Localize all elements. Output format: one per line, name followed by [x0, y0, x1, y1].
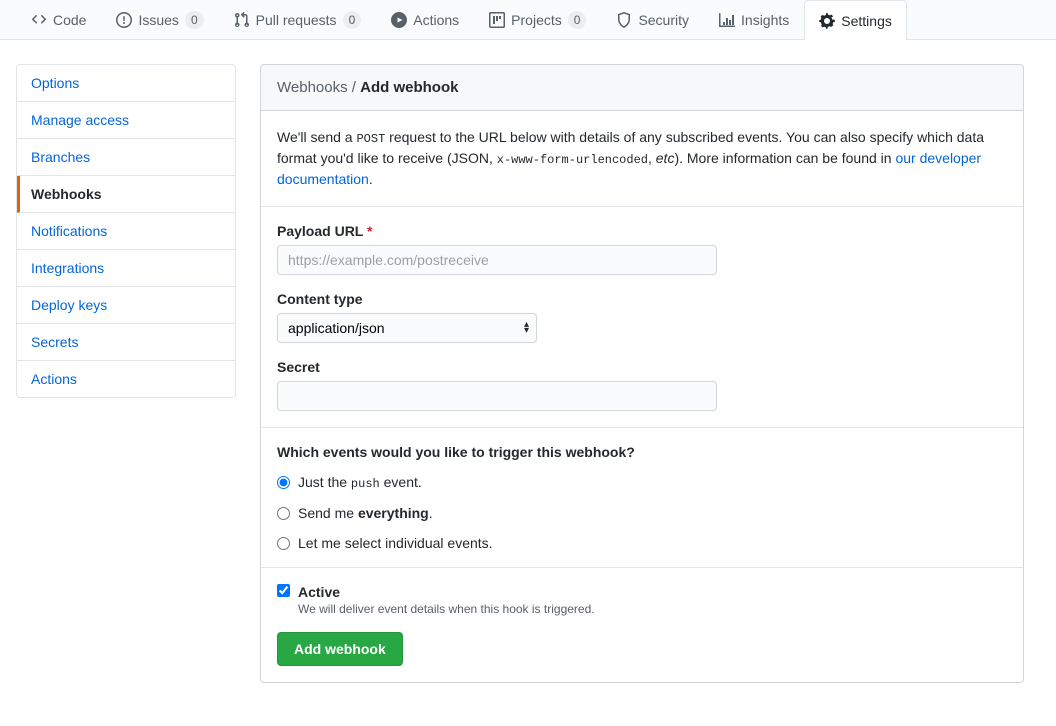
- sidebar-item-branches[interactable]: Branches: [17, 139, 235, 176]
- tab-actions-label: Actions: [413, 12, 459, 28]
- secret-label: Secret: [277, 359, 1007, 375]
- required-indicator: *: [367, 223, 372, 239]
- payload-url-label: Payload URL *: [277, 223, 1007, 239]
- sidebar-item-label: Webhooks: [31, 186, 102, 202]
- sidebar-item-actions[interactable]: Actions: [17, 361, 235, 397]
- project-icon: [489, 12, 505, 28]
- sidebar-item-manage-access[interactable]: Manage access: [17, 102, 235, 139]
- sidebar-item-label: Branches: [31, 149, 90, 165]
- payload-url-input[interactable]: [277, 245, 717, 275]
- sidebar-item-integrations[interactable]: Integrations: [17, 250, 235, 287]
- sidebar-item-secrets[interactable]: Secrets: [17, 324, 235, 361]
- sidebar-item-webhooks: Webhooks: [17, 176, 235, 213]
- sidebar-item-options[interactable]: Options: [17, 65, 235, 102]
- gear-icon: [819, 13, 835, 29]
- settings-sidebar: Options Manage access Branches Webhooks …: [16, 64, 236, 683]
- intro-text: We'll send a POST request to the URL bel…: [277, 127, 1007, 190]
- content-type-select[interactable]: application/json: [277, 313, 537, 343]
- issue-icon: [116, 12, 132, 28]
- tab-projects-label: Projects: [511, 12, 562, 28]
- sidebar-item-label: Deploy keys: [31, 297, 107, 313]
- tab-insights-label: Insights: [741, 12, 789, 28]
- settings-menu: Options Manage access Branches Webhooks …: [16, 64, 236, 398]
- repo-tabnav: Code Issues 0 Pull requests 0 Actions Pr…: [0, 0, 1056, 40]
- tab-settings[interactable]: Settings: [804, 0, 907, 40]
- sidebar-item-label: Manage access: [31, 112, 129, 128]
- event-option-select[interactable]: Let me select individual events.: [277, 535, 1007, 551]
- tab-actions[interactable]: Actions: [376, 0, 474, 39]
- pulls-count: 0: [343, 11, 362, 29]
- tab-security-label: Security: [638, 12, 689, 28]
- tab-pulls-label: Pull requests: [256, 12, 337, 28]
- add-webhook-button[interactable]: Add webhook: [277, 632, 403, 666]
- active-checkbox-row[interactable]: Active We will deliver event details whe…: [277, 584, 1007, 616]
- tab-issues-label: Issues: [138, 12, 178, 28]
- tab-issues[interactable]: Issues 0: [101, 0, 218, 39]
- event-radio-push[interactable]: [277, 476, 290, 489]
- active-note: We will deliver event details when this …: [298, 602, 595, 616]
- tab-pulls[interactable]: Pull requests 0: [219, 0, 377, 39]
- code-icon: [31, 12, 47, 28]
- sidebar-item-label: Options: [31, 75, 79, 91]
- issues-count: 0: [185, 11, 204, 29]
- content-type-label: Content type: [277, 291, 1007, 307]
- play-icon: [391, 12, 407, 28]
- events-heading: Which events would you like to trigger t…: [277, 444, 1007, 460]
- tab-settings-label: Settings: [841, 13, 892, 29]
- sidebar-item-label: Actions: [31, 371, 77, 387]
- shield-icon: [616, 12, 632, 28]
- sidebar-item-label: Secrets: [31, 334, 78, 350]
- tab-code[interactable]: Code: [16, 0, 101, 39]
- active-label: Active: [298, 584, 595, 600]
- event-option-everything[interactable]: Send me everything.: [277, 505, 1007, 521]
- tab-insights[interactable]: Insights: [704, 0, 804, 39]
- tab-security[interactable]: Security: [601, 0, 704, 39]
- secret-input[interactable]: [277, 381, 717, 411]
- event-radio-select[interactable]: [277, 537, 290, 550]
- active-checkbox[interactable]: [277, 584, 290, 597]
- sidebar-item-deploy-keys[interactable]: Deploy keys: [17, 287, 235, 324]
- breadcrumb: Webhooks / Add webhook: [261, 65, 1023, 111]
- event-option-push[interactable]: Just the push event.: [277, 474, 1007, 491]
- git-pull-request-icon: [234, 12, 250, 28]
- breadcrumb-current: Add webhook: [360, 79, 458, 96]
- graph-icon: [719, 12, 735, 28]
- projects-count: 0: [568, 11, 587, 29]
- tab-projects[interactable]: Projects 0: [474, 0, 601, 39]
- sidebar-item-label: Notifications: [31, 223, 107, 239]
- breadcrumb-root: Webhooks: [277, 79, 348, 96]
- tab-code-label: Code: [53, 12, 86, 28]
- main-content: Webhooks / Add webhook We'll send a POST…: [260, 64, 1024, 683]
- sidebar-item-label: Integrations: [31, 260, 104, 276]
- sidebar-item-notifications[interactable]: Notifications: [17, 213, 235, 250]
- event-radio-everything[interactable]: [277, 507, 290, 520]
